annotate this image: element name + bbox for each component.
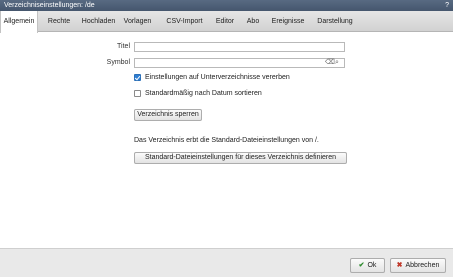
tab-vorlagen[interactable]: Vorlagen bbox=[120, 11, 155, 32]
dialog-footer: ✔ Ok ✖ Abbrechen bbox=[0, 248, 453, 277]
symbol-input[interactable] bbox=[134, 58, 345, 68]
window-titlebar: Verzeichniseinstellungen: /de ? bbox=[0, 0, 453, 11]
checkmark-icon: ✔ bbox=[358, 262, 365, 269]
tab-rechte[interactable]: Rechte bbox=[40, 11, 78, 32]
tab-abo[interactable]: Abo bbox=[244, 11, 262, 32]
clear-icon[interactable]: ⌫ bbox=[325, 59, 335, 67]
tab-ereignisse[interactable]: Ereignisse bbox=[268, 11, 308, 32]
tab-editor[interactable]: Editor bbox=[210, 11, 240, 32]
lock-directory-button[interactable]: Verzeichnis sperren bbox=[134, 109, 202, 121]
inherit-checkbox[interactable] bbox=[134, 74, 141, 81]
tab-csv-import[interactable]: CSV-Import bbox=[162, 11, 207, 32]
cancel-button-label: Abbrechen bbox=[405, 262, 440, 269]
inherit-info-text: Das Verzeichnis erbt die Standard-Dateie… bbox=[134, 137, 319, 144]
cancel-button[interactable]: ✖ Abbrechen bbox=[390, 258, 446, 273]
symbol-label: Symbol bbox=[106, 59, 130, 66]
define-default-settings-button[interactable]: Standard-Dateieinstellungen für dieses V… bbox=[134, 152, 347, 164]
sort-by-date-checkbox[interactable] bbox=[134, 90, 141, 97]
tab-hochladen[interactable]: Hochladen bbox=[80, 11, 117, 32]
tab-darstellung[interactable]: Darstellung bbox=[312, 11, 358, 32]
ok-button-label: Ok bbox=[367, 262, 377, 269]
title-input[interactable] bbox=[134, 42, 345, 52]
tab-allgemein[interactable]: Allgemein bbox=[0, 11, 38, 33]
sort-by-date-checkbox-label: Standardmäßig nach Datum sortieren bbox=[145, 90, 262, 97]
help-icon[interactable]: ? bbox=[445, 1, 449, 10]
tab-bar: Allgemein Rechte Hochladen Vorlagen CSV-… bbox=[0, 11, 453, 33]
title-label: Titel bbox=[117, 43, 130, 50]
inherit-checkbox-label: Einstellungen auf Unterverzeichnisse ver… bbox=[145, 74, 290, 81]
search-icon[interactable]: ⌕ bbox=[335, 59, 339, 67]
ok-button[interactable]: ✔ Ok bbox=[350, 258, 385, 273]
cross-icon: ✖ bbox=[396, 262, 403, 269]
window-title: Verzeichniseinstellungen: /de bbox=[4, 2, 95, 9]
